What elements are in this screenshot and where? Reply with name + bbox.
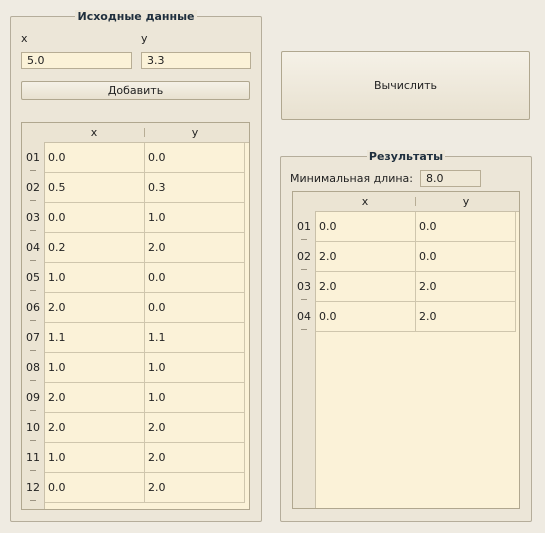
table-cell-x[interactable]: 1.0 <box>45 443 145 473</box>
row-divider <box>30 290 36 291</box>
table-cell-y[interactable]: 1.1 <box>145 323 245 353</box>
min-length-field[interactable]: 8.0 <box>420 170 481 187</box>
compute-button[interactable]: Вычислить <box>281 51 530 120</box>
row-number[interactable]: 06 <box>26 293 40 323</box>
input-table-body: 0.0 0.0 0.5 0.3 0.0 1.0 0.2 2.0 1.0 0.0 2.0 0.0 1.1 1… <box>44 143 249 509</box>
row-divider <box>30 230 36 231</box>
table-cell-y[interactable]: 2.0 <box>145 473 245 503</box>
table-cell-y[interactable]: 0.0 <box>145 143 245 173</box>
row-number[interactable]: 01 <box>26 143 40 173</box>
table-cell-y[interactable]: 0.3 <box>145 173 245 203</box>
row-number[interactable]: 04 <box>297 302 311 332</box>
table-cell-y[interactable]: 0.0 <box>145 293 245 323</box>
results-table[interactable]: x y 01 02 03 04 0.0 0.0 2.0 0.0 2.0 2.0 0.0 2.0 <box>292 191 520 509</box>
input-group-title: Исходные данные <box>75 10 197 23</box>
row-divider <box>30 350 36 351</box>
input-col-y-header[interactable]: y <box>145 123 245 142</box>
results-group: Результаты Минимальная длина: 8.0 x y 01… <box>280 150 532 522</box>
min-length-label: Минимальная длина: <box>290 172 414 185</box>
row-divider <box>30 320 36 321</box>
table-cell-x[interactable]: 2.0 <box>45 413 145 443</box>
table-cell-x[interactable]: 2.0 <box>45 293 145 323</box>
add-button[interactable]: Добавить <box>21 81 250 100</box>
results-col-x-header[interactable]: x <box>315 192 415 211</box>
row-number[interactable]: 10 <box>26 413 40 443</box>
table-cell-x[interactable]: 1.1 <box>45 323 145 353</box>
row-number[interactable]: 02 <box>297 242 311 272</box>
x-label: x <box>21 32 28 45</box>
table-cell-y[interactable]: 1.0 <box>145 203 245 233</box>
y-label: y <box>141 32 148 45</box>
table-cell-y[interactable]: 2.0 <box>145 233 245 263</box>
table-cell-x[interactable]: 2.0 <box>316 272 416 302</box>
table-cell-x[interactable]: 0.5 <box>45 173 145 203</box>
results-row-header: 01 02 03 04 <box>293 212 315 508</box>
table-cell-y[interactable]: 0.0 <box>416 242 516 272</box>
table-cell-y[interactable]: 2.0 <box>145 413 245 443</box>
row-number[interactable]: 07 <box>26 323 40 353</box>
results-group-title: Результаты <box>366 150 446 163</box>
results-table-header: x y <box>315 192 519 212</box>
y-input[interactable]: 3.3 <box>141 52 251 69</box>
row-number[interactable]: 08 <box>26 353 40 383</box>
row-divider <box>30 470 36 471</box>
row-divider <box>301 239 307 240</box>
table-cell-x[interactable]: 2.0 <box>45 383 145 413</box>
row-number[interactable]: 11 <box>26 443 40 473</box>
table-cell-x[interactable]: 0.0 <box>45 473 145 503</box>
row-number[interactable]: 09 <box>26 383 40 413</box>
results-table-body: 0.0 0.0 2.0 0.0 2.0 2.0 0.0 2.0 <box>315 212 519 508</box>
table-cell-x[interactable]: 2.0 <box>316 242 416 272</box>
input-col-x-header[interactable]: x <box>44 123 144 142</box>
row-divider <box>30 170 36 171</box>
row-divider <box>301 299 307 300</box>
table-cell-x[interactable]: 0.0 <box>45 143 145 173</box>
table-cell-x[interactable]: 1.0 <box>45 353 145 383</box>
row-divider <box>301 269 307 270</box>
results-col-y-header[interactable]: y <box>416 192 516 211</box>
row-number[interactable]: 05 <box>26 263 40 293</box>
table-cell-y[interactable]: 0.0 <box>145 263 245 293</box>
input-table-header: x y <box>44 123 249 143</box>
input-row-header: 01 02 03 04 05 06 07 08 09 10 11 12 <box>22 143 44 509</box>
row-divider <box>30 440 36 441</box>
row-number[interactable]: 03 <box>297 272 311 302</box>
row-number[interactable]: 03 <box>26 203 40 233</box>
row-divider <box>30 380 36 381</box>
row-number[interactable]: 04 <box>26 233 40 263</box>
input-table[interactable]: x y 01 02 03 04 05 06 07 08 09 10 11 12 0.0 0.0 0.5 0.… <box>21 122 250 510</box>
table-cell-x[interactable]: 1.0 <box>45 263 145 293</box>
table-cell-x[interactable]: 0.2 <box>45 233 145 263</box>
table-cell-y[interactable]: 1.0 <box>145 383 245 413</box>
row-number[interactable]: 12 <box>26 473 40 503</box>
table-cell-y[interactable]: 0.0 <box>416 212 516 242</box>
table-cell-x[interactable]: 0.0 <box>316 302 416 332</box>
row-divider <box>30 410 36 411</box>
row-divider <box>30 500 36 501</box>
row-divider <box>30 260 36 261</box>
table-cell-y[interactable]: 2.0 <box>416 272 516 302</box>
row-divider <box>301 329 307 330</box>
table-cell-x[interactable]: 0.0 <box>316 212 416 242</box>
table-cell-x[interactable]: 0.0 <box>45 203 145 233</box>
input-group: Исходные данные x y 5.0 3.3 Добавить x y… <box>10 10 262 522</box>
table-cell-y[interactable]: 1.0 <box>145 353 245 383</box>
table-cell-y[interactable]: 2.0 <box>145 443 245 473</box>
row-number[interactable]: 02 <box>26 173 40 203</box>
x-input[interactable]: 5.0 <box>21 52 132 69</box>
row-divider <box>30 200 36 201</box>
table-cell-y[interactable]: 2.0 <box>416 302 516 332</box>
row-number[interactable]: 01 <box>297 212 311 242</box>
